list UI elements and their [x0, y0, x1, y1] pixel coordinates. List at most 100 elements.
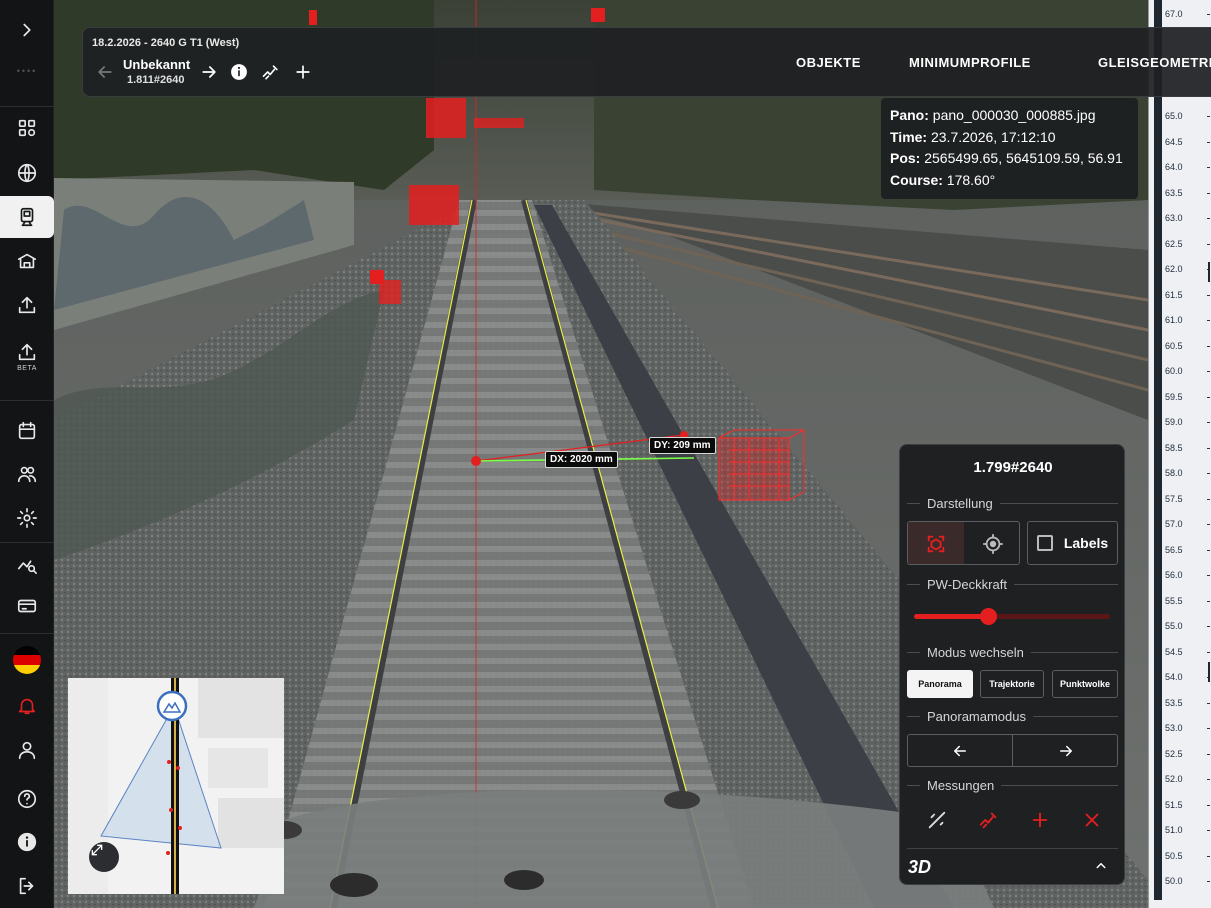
- labels-checkbox[interactable]: [1036, 535, 1053, 551]
- scale-marker: [1208, 662, 1210, 682]
- measure-path-button[interactable]: [261, 62, 283, 84]
- section-messungen: Messungen: [907, 777, 1118, 793]
- scale-axis: [1154, 0, 1162, 900]
- station-icon: [17, 253, 37, 269]
- info-toolbar-button[interactable]: [229, 62, 251, 84]
- measure-distance-button[interactable]: [926, 809, 950, 833]
- logout-icon: [19, 877, 34, 895]
- sidebar-item-upload[interactable]: [0, 285, 54, 325]
- scale-tick-label: 62.0: [1165, 264, 1183, 274]
- grid-icon: [18, 119, 36, 137]
- scale-tick-label: 54.0: [1165, 672, 1183, 682]
- info-button[interactable]: [0, 822, 54, 862]
- sidebar-item-users[interactable]: [0, 454, 54, 494]
- scale-tick-label: 59.5: [1165, 391, 1183, 402]
- german-flag-icon: [13, 646, 41, 674]
- sidebar-item-calendar[interactable]: [0, 411, 54, 451]
- pano-row: Pano: pano_000030_000885.jpg: [890, 107, 1096, 123]
- opacity-slider[interactable]: [914, 608, 1110, 625]
- user-icon: [18, 741, 36, 760]
- scale-tick-label: 55.0: [1165, 621, 1183, 631]
- scale-tick-line: [1207, 345, 1210, 347]
- nav-gleisgeometrie[interactable]: GLEISGEOMETRIE: [1098, 55, 1211, 70]
- add-button[interactable]: [293, 62, 315, 84]
- logout-button[interactable]: [0, 866, 54, 906]
- measure-start-point[interactable]: [471, 456, 481, 466]
- clear-measurements-button[interactable]: [1081, 809, 1105, 833]
- pos-row: Pos: 2565499.65, 5645109.59, 56.91: [890, 150, 1123, 166]
- users-icon: [17, 466, 37, 483]
- scale-tick-line: [1207, 855, 1210, 857]
- scale-tick-label: 64.5: [1165, 136, 1183, 147]
- opacity-slider-thumb[interactable]: [980, 608, 998, 625]
- sidebar-item-settings[interactable]: [0, 498, 54, 538]
- panorama-prev-button[interactable]: [908, 735, 1013, 766]
- divider: [907, 848, 1118, 849]
- mode-trajektorie-button[interactable]: Trajektorie: [980, 670, 1044, 698]
- scale-tick-label: 50.5: [1165, 850, 1183, 861]
- sidebar-item-train-view[interactable]: [0, 196, 54, 238]
- language-button[interactable]: [0, 640, 54, 680]
- display-target-button[interactable]: [965, 522, 1019, 564]
- arrow-left-icon: [954, 745, 966, 756]
- opacity-slider-fill: [914, 614, 989, 619]
- info-icon: [17, 832, 37, 852]
- chevron-right-icon: [23, 23, 31, 37]
- scale-tick-line: [1207, 167, 1210, 168]
- sidebar-item-upload-beta[interactable]: BETA: [0, 334, 54, 378]
- scale-tick-line: [1207, 422, 1210, 423]
- upload-icon: [18, 296, 36, 314]
- expand-sidebar-button[interactable]: [0, 10, 54, 50]
- globe-icon: [17, 163, 37, 183]
- minimap[interactable]: [68, 678, 284, 894]
- add-measurement-button[interactable]: [1029, 809, 1053, 833]
- pos-value: 2565499.65, 5645109.59, 56.91: [924, 150, 1123, 166]
- scale-tick-label: 53.5: [1165, 697, 1183, 708]
- previous-button[interactable]: [95, 62, 117, 84]
- scale-tick-line: [1207, 320, 1210, 321]
- labels-toggle[interactable]: Labels: [1027, 521, 1118, 565]
- plus-icon: [1032, 812, 1048, 828]
- help-button[interactable]: [0, 779, 54, 819]
- panorama-next-button[interactable]: [1014, 735, 1118, 766]
- mode-punktwolke-button[interactable]: Punktwolke: [1052, 670, 1118, 698]
- mode-panorama-button[interactable]: Panorama: [907, 670, 973, 698]
- sidebar-item-analytics[interactable]: [0, 544, 54, 584]
- scale-tick-label: 53.0: [1165, 723, 1183, 733]
- scale-tick-label: 62.5: [1165, 238, 1183, 249]
- notifications-button[interactable]: [0, 686, 54, 726]
- measure-path-icon: [262, 65, 278, 80]
- scale-tick-line: [1207, 447, 1210, 449]
- scale-tick-line: [1207, 830, 1210, 831]
- collapse-panel-button[interactable]: [1092, 857, 1112, 877]
- display-objects-button[interactable]: [908, 522, 964, 564]
- nav-minimumprofile[interactable]: MINIMUMPROFILE: [909, 55, 1031, 70]
- scale-tick-line: [1207, 294, 1210, 296]
- panel-footer-3d: 3D: [908, 857, 932, 877]
- sidebar-item-dashboard[interactable]: [0, 108, 54, 148]
- scale-tick-line: [1207, 804, 1210, 806]
- expand-minimap-button[interactable]: [89, 842, 119, 872]
- chart-search-icon: [17, 560, 37, 574]
- panel-title: 1.799#2640: [973, 459, 1053, 476]
- top-toolbar: 18.2.2026 - 2640 G T1 (West) Unbekannt 1…: [82, 27, 1211, 97]
- scale-tick-line: [1207, 702, 1210, 704]
- scale-tick-line: [1207, 473, 1210, 474]
- labels-checkbox-label: Labels: [1063, 535, 1109, 551]
- next-button[interactable]: [199, 62, 221, 84]
- scale-tick-line: [1207, 141, 1210, 143]
- sidebar-item-billing[interactable]: [0, 586, 54, 626]
- profile-button[interactable]: [0, 730, 54, 770]
- nav-objekte[interactable]: OBJEKTE: [796, 55, 861, 70]
- dataset-title: 18.2.2026 - 2640 G T1 (West): [92, 37, 240, 49]
- gear-icon: [17, 508, 37, 528]
- divider: [0, 542, 54, 543]
- scale-tick-line: [1207, 116, 1210, 117]
- scale-tick-label: 65.0: [1165, 111, 1183, 121]
- scale-tick-label: 59.0: [1165, 417, 1183, 427]
- section-deckkraft: PW-Deckkraft: [907, 576, 1118, 592]
- sidebar-item-map[interactable]: [0, 153, 54, 193]
- sidebar-item-station[interactable]: [0, 241, 54, 281]
- expand-icon: [91, 844, 103, 856]
- measure-polyline-button[interactable]: [978, 809, 1002, 833]
